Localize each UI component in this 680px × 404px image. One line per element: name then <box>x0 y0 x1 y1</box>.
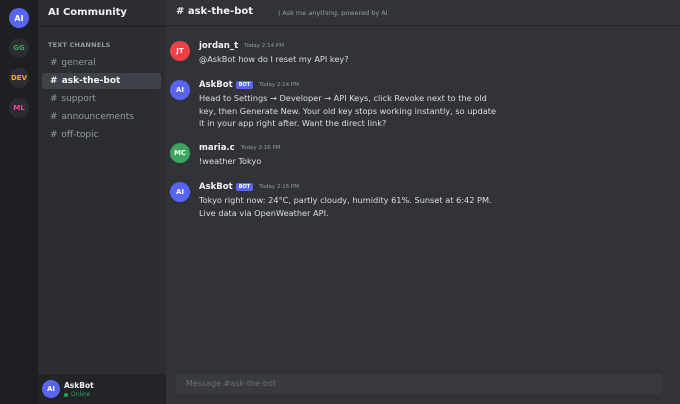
message-text: @AskBot how do I reset my API key? <box>199 54 349 64</box>
avatar[interactable]: MC <box>170 143 190 163</box>
channel-title: # ask-the-bot <box>176 6 254 17</box>
divider <box>38 26 166 27</box>
server-icon-dev[interactable]: DEV <box>9 68 29 88</box>
message-author[interactable]: jordan_t <box>199 41 238 51</box>
channel-label: ask-the-bot <box>61 76 121 86</box>
hash-icon: # <box>50 58 61 68</box>
server-icon-ai[interactable]: AI <box>9 8 29 28</box>
chat-main: # ask-the-bot | Ask me anything, powered… <box>166 0 680 404</box>
status-text: Online <box>71 391 91 398</box>
channel-off-topic[interactable]: # off-topic <box>42 127 161 143</box>
channel-label: off-topic <box>61 130 99 140</box>
channel-general[interactable]: # general <box>42 55 161 71</box>
channel-sidebar: AI Community TEXT CHANNELS # general # a… <box>38 0 166 404</box>
message-text: !weather Tokyo <box>199 156 262 166</box>
bot-badge: BOT <box>235 183 254 191</box>
message-author[interactable]: maria.c <box>199 143 235 153</box>
message-timestamp: Today 2:14 PM <box>259 82 299 88</box>
channel-label: announcements <box>61 112 134 122</box>
user-status: Online <box>64 391 90 398</box>
hash-icon: # <box>50 94 61 104</box>
message-timestamp: Today 2:14 PM <box>244 43 284 49</box>
channel-support[interactable]: # support <box>42 91 161 107</box>
server-icon-ml[interactable]: ML <box>9 98 29 118</box>
user-panel: AI AskBot Online <box>38 374 166 404</box>
message-author[interactable]: AskBot <box>199 182 233 192</box>
hash-icon: # <box>50 130 61 140</box>
avatar[interactable]: AI <box>170 182 190 202</box>
channel-label: support <box>61 94 96 104</box>
avatar[interactable]: AI <box>42 380 60 398</box>
server-rail: AI GG DEV ML <box>0 0 38 404</box>
bot-badge: BOT <box>235 81 254 89</box>
channel-topic: | Ask me anything, powered by AI <box>278 9 388 17</box>
message-text: Tokyo right now: 24°C, partly cloudy, hu… <box>199 195 492 218</box>
avatar[interactable]: JT <box>170 41 190 61</box>
channel-ask-the-bot[interactable]: # ask-the-bot <box>42 73 161 89</box>
server-name[interactable]: AI Community <box>48 7 127 18</box>
user-name: AskBot <box>64 381 94 390</box>
avatar[interactable]: AI <box>170 80 190 100</box>
hash-icon: # <box>50 112 61 122</box>
channel-header: # ask-the-bot | Ask me anything, powered… <box>166 0 680 26</box>
channel-label: general <box>61 58 96 68</box>
server-icon-gg[interactable]: GG <box>9 38 29 58</box>
online-dot-icon <box>64 392 68 397</box>
channel-announcements[interactable]: # announcements <box>42 109 161 125</box>
hash-icon: # <box>50 76 61 86</box>
message-timestamp: Today 2:16 PM <box>259 184 299 190</box>
category-label: TEXT CHANNELS <box>48 41 111 49</box>
message-text: Head to Settings → Developer → API Keys,… <box>199 93 497 128</box>
message-timestamp: Today 2:16 PM <box>240 145 281 151</box>
message-author[interactable]: AskBot <box>199 80 233 90</box>
message-input[interactable]: Message #ask-the-bot <box>176 374 663 394</box>
